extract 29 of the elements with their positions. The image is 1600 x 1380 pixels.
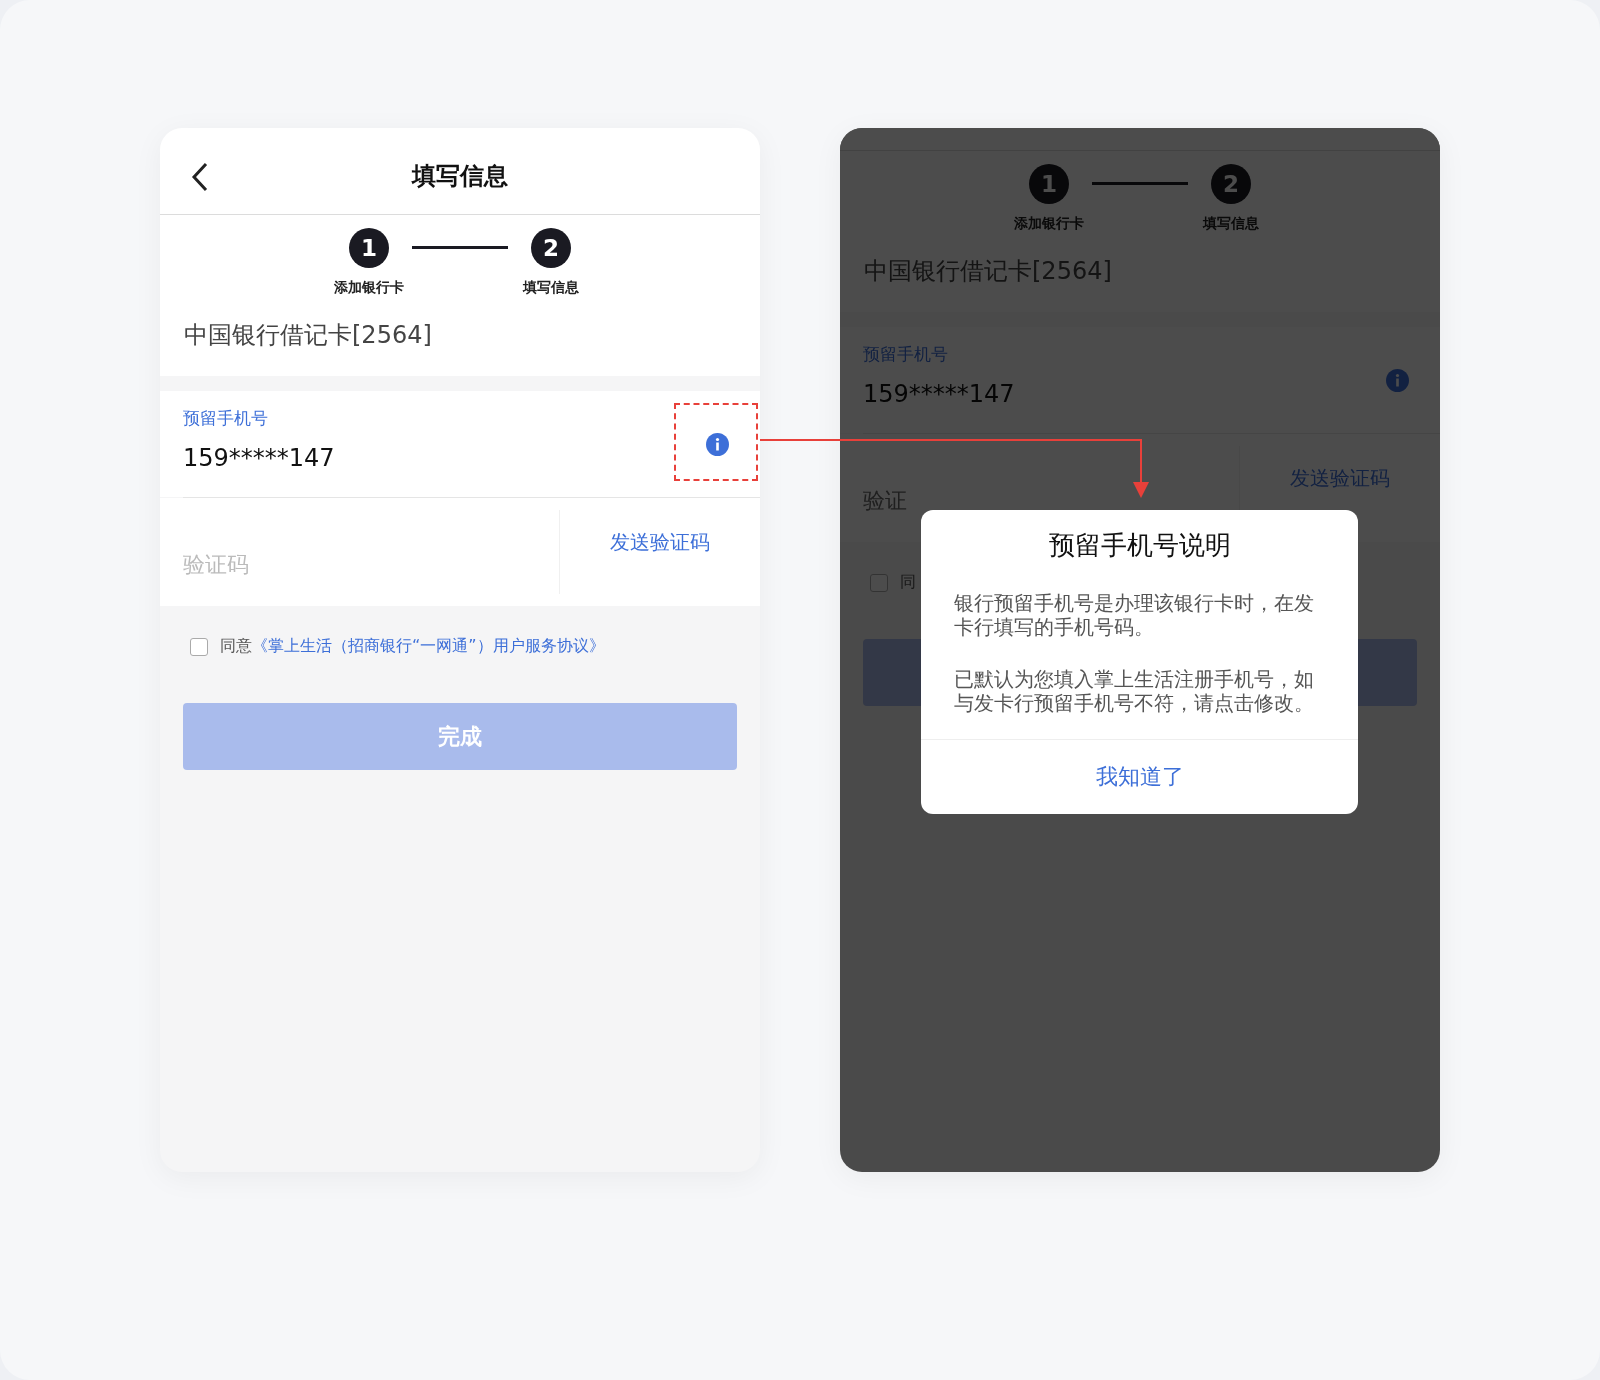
bank-card-name: 中国银行借记卡[2564] bbox=[863, 256, 1113, 287]
field-label: 预留手机号 bbox=[183, 406, 269, 430]
dialog-text: 银行预留手机号是办理该银行卡时，在发卡行填写的手机号码。 bbox=[953, 591, 1315, 639]
checkbox[interactable] bbox=[190, 637, 208, 656]
step-number: 2 bbox=[531, 228, 571, 268]
bank-card-name: 中国银行借记卡[2564] bbox=[183, 320, 433, 351]
send-code-button[interactable]: 发送验证码 bbox=[560, 498, 760, 606]
code-field[interactable]: 验证码 bbox=[160, 510, 560, 594]
step-label: 填写信息 bbox=[1203, 215, 1259, 233]
got-it-button[interactable]: 我知道了 bbox=[921, 740, 1358, 814]
phone-number: 159*****147 bbox=[183, 443, 336, 472]
step-number: 1 bbox=[349, 228, 389, 268]
phone-number: 159*****147 bbox=[863, 379, 1016, 408]
screen-title: 填写信息 bbox=[412, 161, 508, 192]
field-label: 预留手机号 bbox=[863, 342, 949, 366]
step-number: 1 bbox=[1029, 164, 1069, 204]
dialog-title: 预留手机号说明 bbox=[1047, 529, 1232, 562]
agreement-link[interactable]: 《掌上生活（招商银行“一网通”）用户服务协议》 bbox=[252, 636, 605, 657]
step-label: 添加银行卡 bbox=[334, 279, 404, 297]
send-code-button[interactable]: 发送验证码 bbox=[1240, 434, 1440, 542]
info-icon[interactable] bbox=[706, 432, 729, 456]
step-label: 填写信息 bbox=[523, 279, 579, 297]
info-icon[interactable] bbox=[1386, 368, 1409, 392]
back-icon[interactable] bbox=[190, 161, 210, 193]
agreement-text: 同意 bbox=[220, 636, 252, 657]
checkbox[interactable] bbox=[870, 573, 888, 592]
step-number: 2 bbox=[1211, 164, 1251, 204]
step-label: 添加银行卡 bbox=[1014, 215, 1084, 233]
dialog-text: 已默认为您填入掌上生活注册手机号，如与发卡行预留手机号不符，请点击修改。 bbox=[953, 667, 1315, 715]
